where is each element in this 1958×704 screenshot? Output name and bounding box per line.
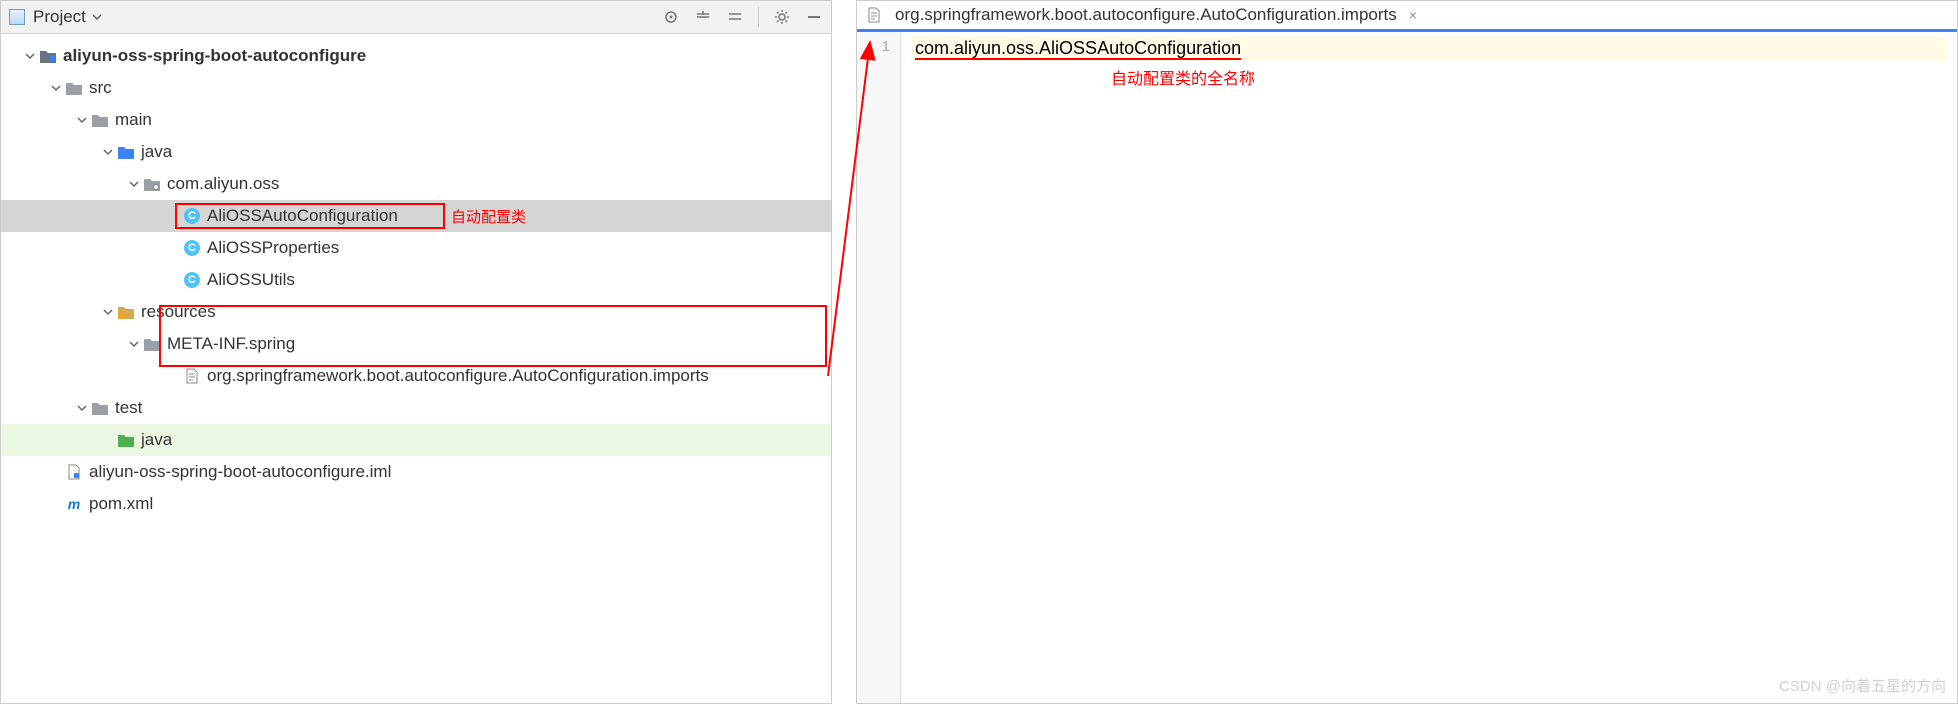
toolbar-divider — [758, 7, 759, 27]
tree-label: pom.xml — [89, 494, 153, 514]
editor-tab-bar: org.springframework.boot.autoconfigure.A… — [857, 1, 1957, 32]
expand-all-icon[interactable] — [694, 8, 712, 26]
collapse-all-icon[interactable] — [726, 8, 744, 26]
tree-imports-file[interactable]: org.springframework.boot.autoconfigure.A… — [1, 360, 831, 392]
gear-icon[interactable] — [773, 8, 791, 26]
tree-folder-main[interactable]: main — [1, 104, 831, 136]
tree-package[interactable]: com.aliyun.oss — [1, 168, 831, 200]
tree-label: java — [141, 430, 172, 450]
project-tree: aliyun-oss-spring-boot-autoconfigure src… — [1, 34, 831, 526]
chevron-down-icon[interactable] — [101, 305, 115, 319]
panel-title: Project — [33, 7, 86, 27]
code-text: com.aliyun.oss.AliOSSAutoConfiguration — [915, 38, 1241, 60]
editor-body: 1 com.aliyun.oss.AliOSSAutoConfiguration… — [857, 32, 1957, 703]
tree-resources-folder[interactable]: resources — [1, 296, 831, 328]
folder-icon — [91, 399, 109, 417]
tree-module-root[interactable]: aliyun-oss-spring-boot-autoconfigure — [1, 40, 831, 72]
tree-folder-src[interactable]: src — [1, 72, 831, 104]
class-icon: C — [183, 207, 201, 225]
folder-icon — [91, 111, 109, 129]
tree-label: META-INF.spring — [167, 334, 295, 354]
annotation-text: 自动配置类的全名称 — [911, 65, 1947, 89]
chevron-down-icon[interactable] — [23, 49, 37, 63]
project-view-icon — [9, 9, 25, 25]
editor-tab-title[interactable]: org.springframework.boot.autoconfigure.A… — [895, 5, 1397, 25]
tree-iml-file[interactable]: aliyun-oss-spring-boot-autoconfigure.iml — [1, 456, 831, 488]
line-number: 1 — [857, 38, 890, 55]
tree-label: org.springframework.boot.autoconfigure.A… — [207, 366, 709, 386]
tree-class-properties[interactable]: C AliOSSProperties — [1, 232, 831, 264]
tree-label: com.aliyun.oss — [167, 174, 279, 194]
folder-icon — [65, 79, 83, 97]
folder-icon — [143, 335, 161, 353]
maven-icon: m — [65, 495, 83, 513]
module-folder-icon — [39, 47, 57, 65]
tree-class-autoconfiguration[interactable]: C AliOSSAutoConfiguration 自动配置类 — [1, 200, 831, 232]
tree-label: main — [115, 110, 152, 130]
hide-icon[interactable] — [805, 8, 823, 26]
line-gutter: 1 — [857, 32, 901, 703]
class-icon: C — [183, 239, 201, 257]
text-file-icon — [865, 6, 883, 24]
tree-label: AliOSSAutoConfiguration — [207, 206, 398, 226]
source-folder-icon — [117, 143, 135, 161]
tree-pom-file[interactable]: m pom.xml — [1, 488, 831, 520]
text-file-icon — [183, 367, 201, 385]
close-tab-icon[interactable]: × — [1409, 7, 1417, 23]
tree-label: aliyun-oss-spring-boot-autoconfigure — [63, 46, 366, 66]
tree-label: aliyun-oss-spring-boot-autoconfigure.iml — [89, 462, 391, 482]
package-icon — [143, 175, 161, 193]
tree-label: resources — [141, 302, 216, 322]
tree-test-source-folder[interactable]: java — [1, 424, 831, 456]
tree-class-utils[interactable]: C AliOSSUtils — [1, 264, 831, 296]
tree-source-folder-java[interactable]: java — [1, 136, 831, 168]
project-panel: Project — [0, 0, 832, 704]
watermark: CSDN @向着五星的方向 — [1779, 675, 1946, 696]
tree-label: AliOSSUtils — [207, 270, 295, 290]
annotation-label: 自动配置类 — [451, 206, 526, 227]
panel-dropdown-icon[interactable] — [90, 10, 104, 24]
chevron-down-icon[interactable] — [127, 177, 141, 191]
select-opened-file-icon[interactable] — [662, 8, 680, 26]
tree-label: AliOSSProperties — [207, 238, 339, 258]
class-icon: C — [183, 271, 201, 289]
resources-folder-icon — [117, 303, 135, 321]
tree-label: test — [115, 398, 142, 418]
panel-header: Project — [1, 1, 831, 34]
tree-label: java — [141, 142, 172, 162]
chevron-down-icon[interactable] — [75, 113, 89, 127]
editor-panel: org.springframework.boot.autoconfigure.A… — [856, 0, 1958, 704]
tree-label: src — [89, 78, 112, 98]
chevron-down-icon[interactable] — [49, 81, 63, 95]
test-folder-icon — [117, 431, 135, 449]
iml-file-icon — [65, 463, 83, 481]
chevron-down-icon[interactable] — [75, 401, 89, 415]
chevron-down-icon[interactable] — [101, 145, 115, 159]
tree-folder-test[interactable]: test — [1, 392, 831, 424]
tree-metainf-folder[interactable]: META-INF.spring — [1, 328, 831, 360]
code-area[interactable]: com.aliyun.oss.AliOSSAutoConfiguration 自… — [901, 32, 1957, 703]
chevron-down-icon[interactable] — [127, 337, 141, 351]
code-line: com.aliyun.oss.AliOSSAutoConfiguration — [911, 36, 1947, 61]
